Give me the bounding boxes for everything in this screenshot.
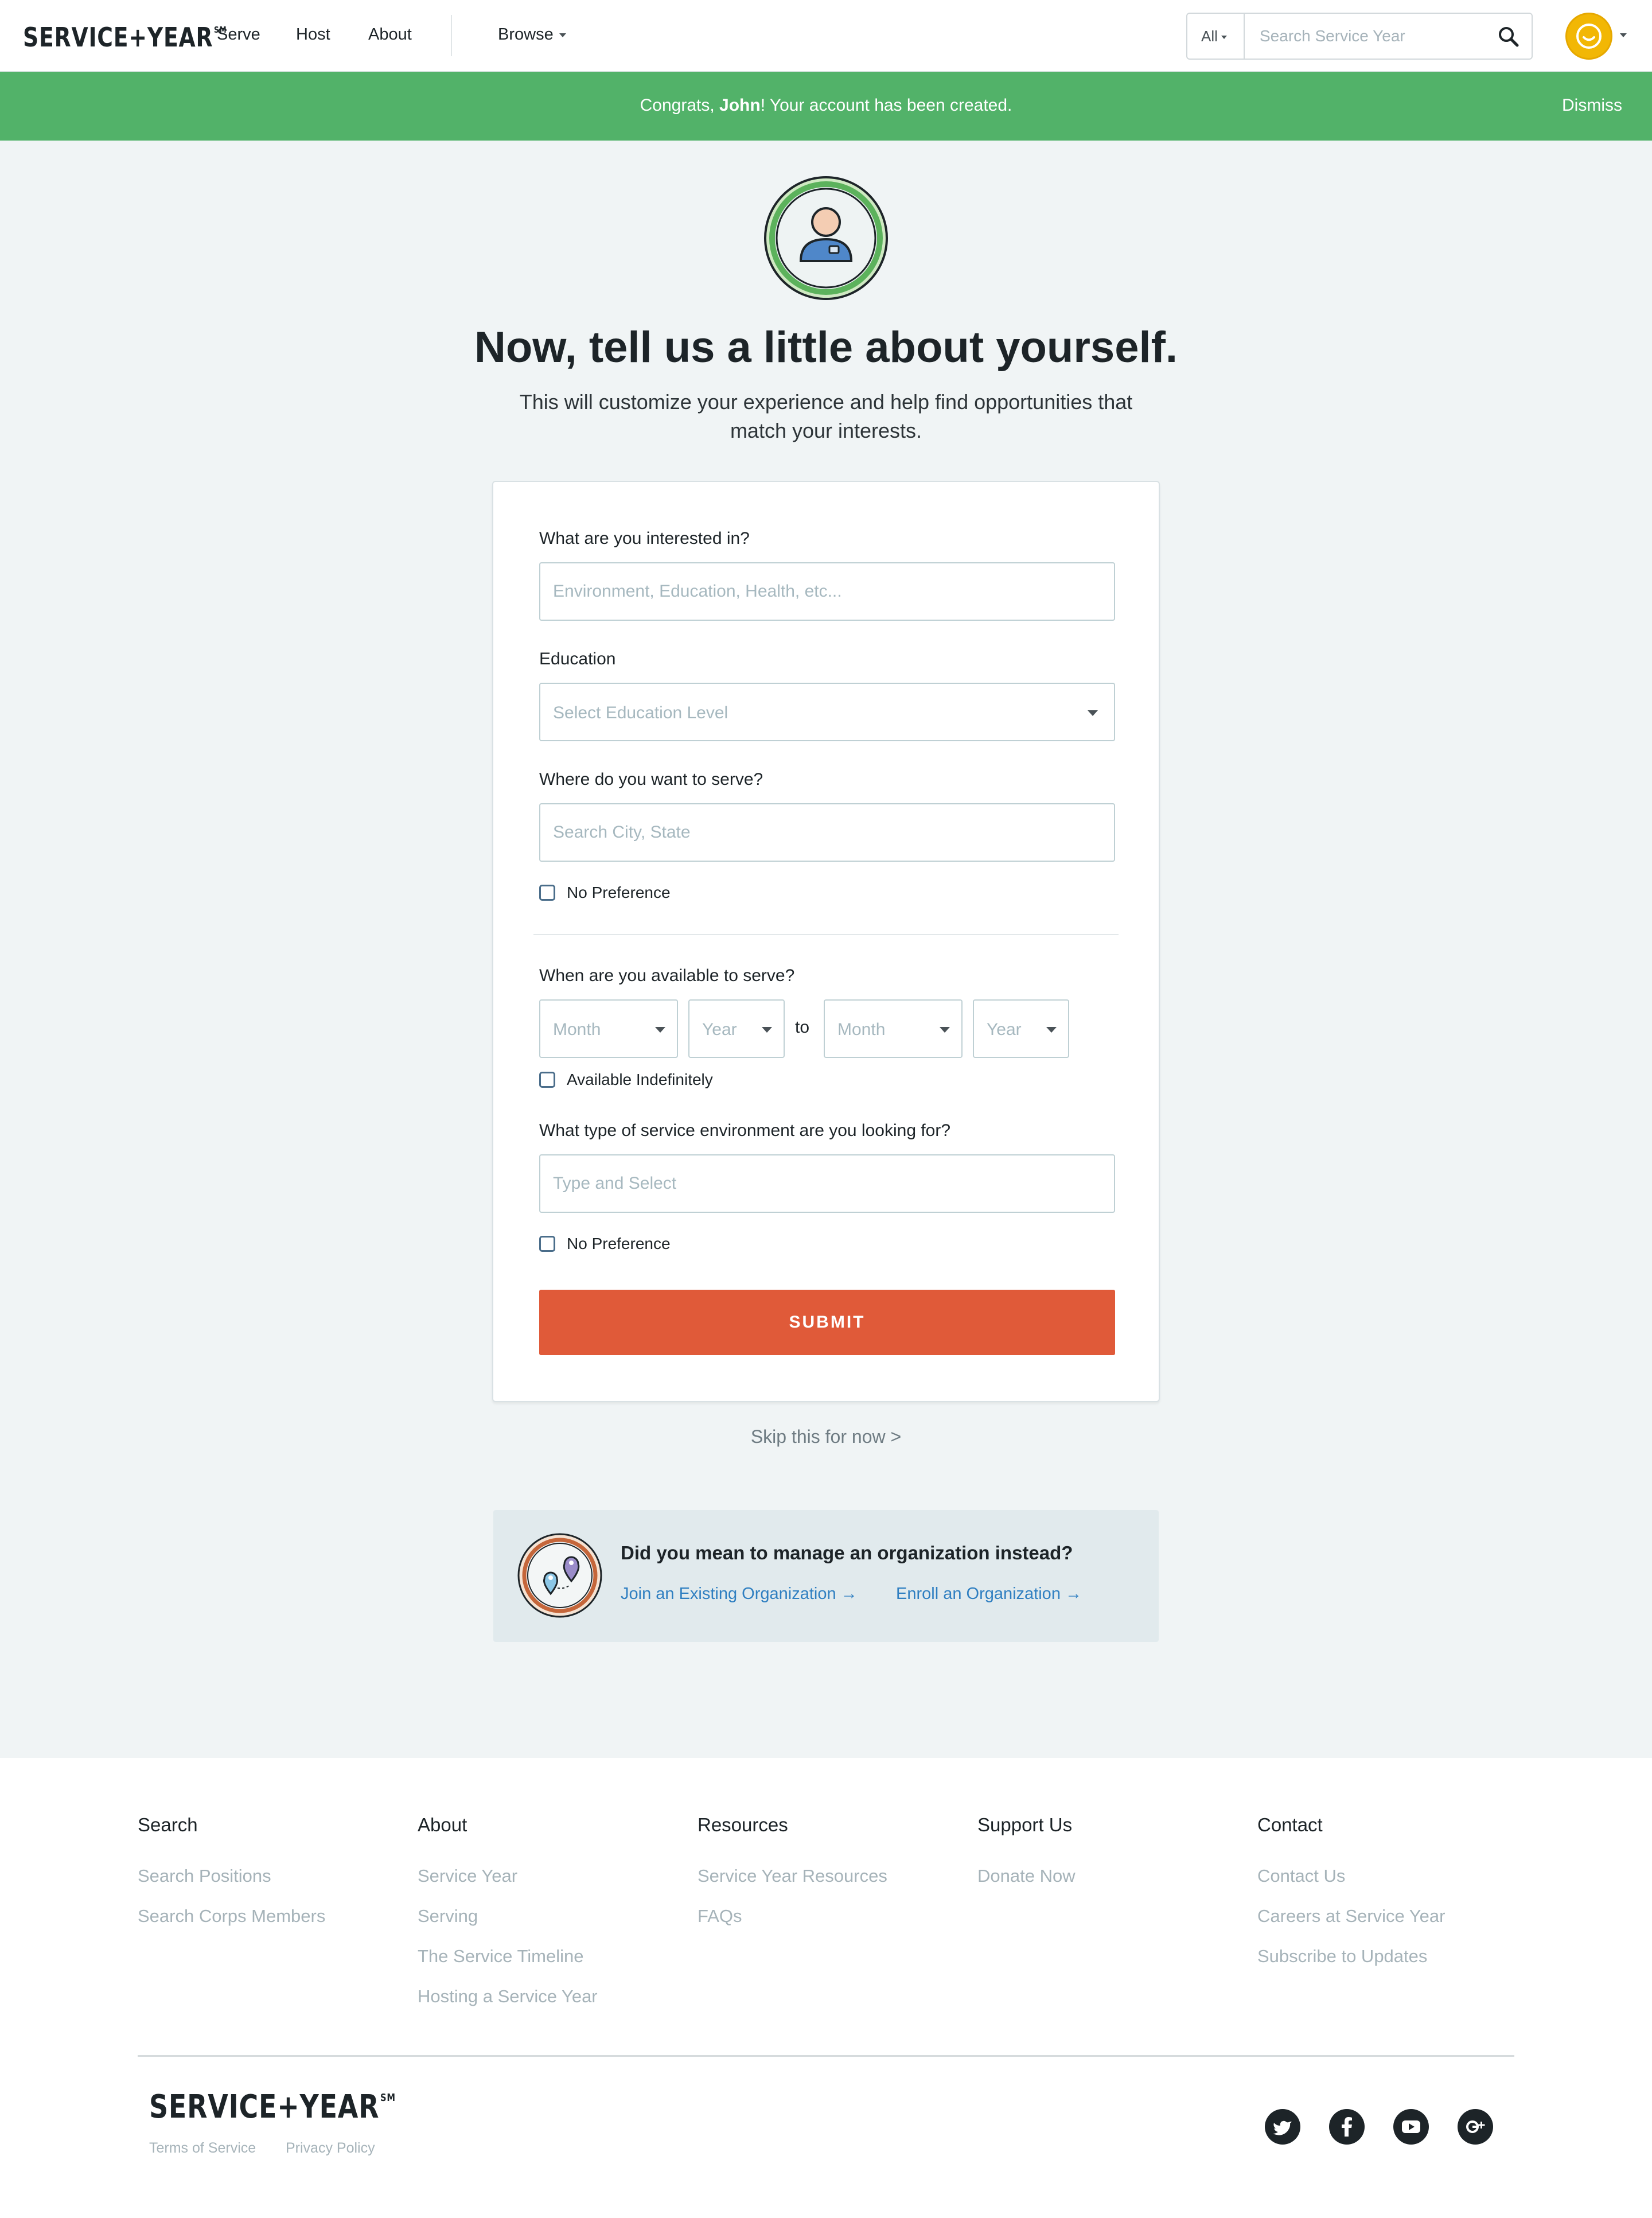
footer-logo[interactable]: SERVICE+YEARSM <box>149 2088 396 2126</box>
search-scope-dropdown[interactable]: All <box>1187 14 1245 59</box>
education-label: Education <box>539 649 616 668</box>
page-title: Now, tell us a little about yourself. <box>474 323 1178 372</box>
environment-input[interactable] <box>539 1154 1115 1213</box>
footer-heading-about: About <box>418 1814 467 1835</box>
footer-link-service-year[interactable]: Service Year <box>418 1866 517 1886</box>
chevron-down-icon <box>1046 1027 1057 1033</box>
join-organization-link[interactable]: Join an Existing Organization → <box>621 1585 858 1604</box>
footer-link-careers[interactable]: Careers at Service Year <box>1257 1906 1445 1927</box>
banner-suffix: ! Your account has been created. <box>760 96 1012 115</box>
interests-input[interactable] <box>539 562 1115 621</box>
chevron-down-icon <box>940 1027 950 1033</box>
availability-label: When are you available to serve? <box>539 966 795 985</box>
footer-link-hosting[interactable]: Hosting a Service Year <box>418 1986 598 2007</box>
chevron-down-icon <box>655 1027 665 1033</box>
chevron-down-icon <box>1088 710 1098 716</box>
nav-serve[interactable]: Serve <box>217 25 260 44</box>
footer-divider <box>138 2055 1514 2057</box>
search-bar: All <box>1186 13 1533 60</box>
account-menu-chevron-icon[interactable] <box>1620 33 1627 37</box>
footer-heading-contact: Contact <box>1257 1814 1323 1835</box>
footer-link-service-timeline[interactable]: The Service Timeline <box>418 1946 583 1967</box>
environment-label: What type of service environment are you… <box>539 1121 951 1140</box>
youtube-icon[interactable] <box>1393 2109 1429 2145</box>
service-year-logo[interactable]: SERVICE+YEAR SM <box>23 22 227 53</box>
chevron-down-icon <box>559 33 566 37</box>
education-select[interactable]: Select Education Level <box>539 683 1115 741</box>
environment-no-preference-checkbox[interactable] <box>539 1236 555 1252</box>
end-month-select[interactable]: Month <box>824 999 963 1058</box>
footer-link-faqs[interactable]: FAQs <box>698 1906 742 1927</box>
banner-prefix: Congrats, <box>640 96 720 115</box>
interests-label: What are you interested in? <box>539 529 750 548</box>
google-plus-icon[interactable] <box>1458 2109 1493 2145</box>
end-month-placeholder: Month <box>837 1020 886 1039</box>
footer-link-donate[interactable]: Donate Now <box>977 1866 1076 1886</box>
nav-divider <box>451 15 452 56</box>
top-navigation-bar: SERVICE+YEAR SM Serve Host About Browse A… <box>0 0 1652 72</box>
facebook-icon[interactable] <box>1329 2109 1365 2145</box>
footer-link-serving[interactable]: Serving <box>418 1906 478 1927</box>
success-banner: Congrats, John! Your account has been cr… <box>0 72 1652 141</box>
profile-form-card: What are you interested in? Education Se… <box>492 481 1160 1402</box>
site-footer: Search Search Positions Search Corps Mem… <box>0 1758 1652 2218</box>
user-avatar[interactable] <box>1565 13 1612 60</box>
organization-prompt-title: Did you mean to manage an organization i… <box>621 1542 1073 1563</box>
skip-link[interactable]: Skip this for now > <box>0 1426 1652 1447</box>
banner-user-name: John <box>719 96 761 115</box>
date-range-to-label: to <box>795 1018 810 1037</box>
footer-heading-resources: Resources <box>698 1814 788 1835</box>
footer-heading-search: Search <box>138 1814 198 1835</box>
enroll-organization-link[interactable]: Enroll an Organization → <box>896 1585 1082 1604</box>
nav-about[interactable]: About <box>368 25 412 44</box>
chevron-down-icon <box>1221 36 1227 40</box>
location-no-preference-checkbox[interactable] <box>539 885 555 901</box>
submit-button[interactable]: SUBMIT <box>539 1290 1115 1355</box>
location-input[interactable] <box>539 803 1115 862</box>
page-subtitle: This will customize your experience and … <box>519 390 1133 442</box>
location-pins-icon <box>517 1533 602 1618</box>
logo-text: SERVICE+YEAR <box>23 22 213 53</box>
twitter-icon[interactable] <box>1265 2109 1300 2145</box>
location-no-preference-label: No Preference <box>567 884 671 901</box>
end-year-placeholder: Year <box>987 1020 1022 1039</box>
person-profile-icon <box>764 176 888 300</box>
location-label: Where do you want to serve? <box>539 770 763 789</box>
start-year-placeholder: Year <box>702 1020 737 1039</box>
available-indefinitely-checkbox[interactable] <box>539 1072 555 1088</box>
section-divider <box>533 934 1119 935</box>
available-indefinitely-label: Available Indefinitely <box>567 1071 713 1088</box>
footer-link-subscribe[interactable]: Subscribe to Updates <box>1257 1946 1427 1967</box>
nav-host[interactable]: Host <box>296 25 330 44</box>
footer-logo-text: SERVICE+YEAR <box>149 2088 380 2126</box>
footer-logo-service-mark: SM <box>380 2092 396 2104</box>
banner-message: Congrats, John! Your account has been cr… <box>0 96 1652 115</box>
smile-face-icon <box>1576 24 1602 49</box>
start-month-placeholder: Month <box>553 1020 601 1039</box>
dismiss-button[interactable]: Dismiss <box>1562 96 1622 115</box>
education-placeholder: Select Education Level <box>553 703 728 722</box>
footer-link-resources[interactable]: Service Year Resources <box>698 1866 887 1886</box>
privacy-policy-link[interactable]: Privacy Policy <box>286 2140 375 2157</box>
organization-prompt: Did you mean to manage an organization i… <box>493 1510 1159 1642</box>
footer-link-search-positions[interactable]: Search Positions <box>138 1866 271 1886</box>
start-year-select[interactable]: Year <box>688 999 785 1058</box>
search-icon[interactable] <box>1497 25 1520 48</box>
chevron-down-icon <box>762 1027 772 1033</box>
browse-label: Browse <box>498 25 554 44</box>
environment-no-preference-label: No Preference <box>567 1235 671 1252</box>
footer-link-contact-us[interactable]: Contact Us <box>1257 1866 1345 1886</box>
start-month-select[interactable]: Month <box>539 999 678 1058</box>
footer-heading-support: Support Us <box>977 1814 1073 1835</box>
footer-link-search-corps-members[interactable]: Search Corps Members <box>138 1906 325 1927</box>
browse-dropdown[interactable]: Browse <box>498 25 566 44</box>
terms-of-service-link[interactable]: Terms of Service <box>149 2140 256 2157</box>
search-scope-label: All <box>1201 28 1218 45</box>
search-input[interactable] <box>1246 14 1487 59</box>
end-year-select[interactable]: Year <box>973 999 1069 1058</box>
